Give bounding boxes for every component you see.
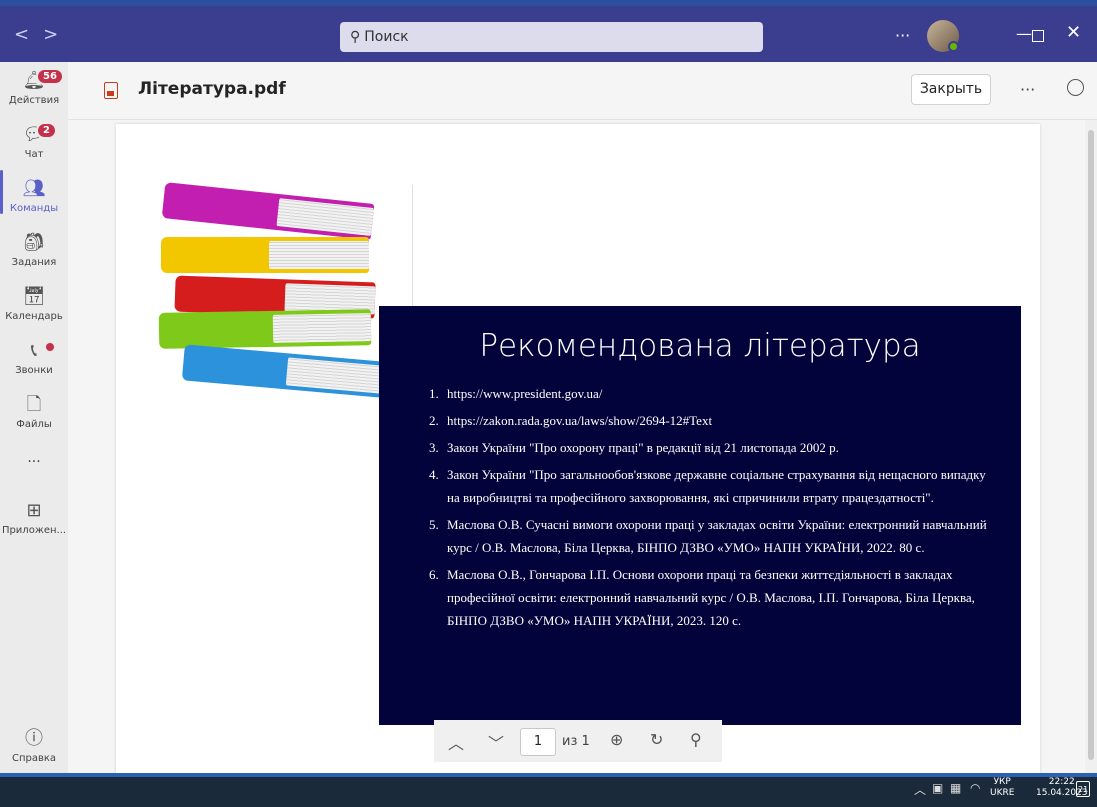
rail-label-files: Файлы [16,419,52,430]
rail-item-calendar[interactable]: 📅︎ Календарь [0,286,68,322]
apps-icon: ⊞ [26,500,42,521]
chevron-down-icon[interactable]: ﹀ [488,730,504,754]
forward-button[interactable]: > [43,24,72,45]
reference-text: Маслова О.В. Сучасні вимоги охорони прац… [447,517,987,555]
close-file-button[interactable]: Закрыть [911,74,991,105]
rail-label-teams: Команды [9,203,59,214]
rotate-icon[interactable]: ↻ [650,730,663,749]
reference-item: 5. Маслова О.В. Сучасні вимоги охорони пр… [429,513,999,559]
reference-item: 1. https://www.president.gov.ua/ [429,382,999,405]
reference-number: 6. [429,567,439,582]
rail-label-help: Справка [11,753,57,764]
rail-item-calls[interactable]: 📞︎ Звонки [0,340,68,376]
rail-label-calls: Звонки [15,365,53,376]
minimize-button[interactable]: — [1016,24,1032,43]
rail-item-help[interactable]: ⓘ Справка [0,728,68,764]
search-icon[interactable]: ⚲ [690,730,702,749]
search-input[interactable]: ⚲ Поиск [340,22,763,52]
book-yellow [161,237,369,273]
book-blue [181,344,385,398]
file-icon: 🗋︎ [26,394,42,415]
rail-label-more: ··· [27,454,41,470]
pdf-file-icon [104,82,118,99]
language-bottom: UKRE [990,788,1015,798]
book-magenta [161,182,375,240]
rail-label-calendar: Календарь [5,311,63,322]
reference-item: 2. https://zakon.rada.gov.ua/laws/show/26… [429,409,999,432]
reference-number: 5. [429,517,439,532]
teams-icon: 👥︎ [22,178,46,199]
reference-text: Закон України "Про загальнообов'язкове д… [447,467,986,505]
reference-number: 1. [429,386,439,401]
book-green [158,309,372,349]
reference-number: 3. [429,440,439,455]
tray-chevron-icon[interactable]: ︿ [914,781,926,798]
nav-arrows: <> [14,24,72,45]
pdf-toolbar: ︿ ﹀ 1 из 1 ⊕ ↻ ⚲ [434,720,722,762]
rail-label-assignments: Задания [11,257,57,268]
file-more-button[interactable]: ··· [1020,80,1035,99]
references-slide: Рекомендована література 1. https://www.p… [379,306,1021,725]
back-button[interactable]: < [14,24,43,45]
reference-number: 4. [429,467,439,482]
maximize-button[interactable] [1032,30,1044,42]
page-number-input[interactable]: 1 [520,728,556,756]
rail-label-activity: Действия [8,95,60,106]
activity-badge: 56 [36,68,64,85]
reference-text: https://www.president.gov.ua/ [447,386,603,401]
chat-icon: 💬︎ [22,124,46,145]
calls-notification-dot [46,343,54,351]
search-placeholder: Поиск [364,29,409,45]
conversation-icon[interactable] [1067,79,1084,96]
reference-item: 3. Закон України "Про охорону праці" в ре… [429,436,999,459]
scrollbar-thumb[interactable] [1088,130,1094,760]
calendar-icon: 📅︎ [22,286,46,307]
reference-text: https://zakon.rada.gov.ua/laws/show/2694… [447,413,713,428]
rail-item-apps[interactable]: ⊞ Приложен... [0,500,68,536]
more-options-button[interactable]: ··· [895,26,910,45]
rail-item-activity[interactable]: 🔔︎ 56 Действия [0,68,68,106]
tray-security-icon[interactable]: ▦ [950,781,961,795]
search-icon: ⚲ [350,29,361,45]
top-strip [0,0,1097,6]
rail-item-more[interactable]: ··· [0,454,68,470]
tray-app-icon[interactable]: ▣ [932,781,943,795]
close-window-button[interactable]: ✕ [1066,22,1081,43]
rail-item-teams[interactable]: 👥︎ Команды [0,178,68,214]
rail-item-assignments[interactable]: 🎒︎ Задания [0,232,68,268]
rail-label-chat: Чат [24,149,44,160]
wifi-icon[interactable]: ◠ [970,781,980,795]
reference-text: Закон України "Про охорону праці" в реда… [447,440,839,455]
books-illustration [155,182,413,430]
app-rail: 🔔︎ 56 Действия 💬︎ 2 Чат 👥︎ Команды 🎒︎ За… [0,62,68,773]
rail-item-chat[interactable]: 💬︎ 2 Чат [0,122,68,160]
reference-number: 2. [429,413,439,428]
page-count: из 1 [562,734,590,749]
phone-icon: 📞︎ [30,340,38,361]
notification-count: 21 [1078,785,1089,794]
reference-item: 6. Маслова О.В., Гончарова І.П. Основи ох… [429,563,999,632]
rail-label-apps: Приложен... [1,525,67,536]
presence-status-icon [948,41,959,52]
slide-title: Рекомендована література [479,328,921,364]
reference-item: 4. Закон України "Про загальнообов'язкове… [429,463,999,509]
help-icon: ⓘ [25,728,43,749]
taskbar: ︿ ▣ ▦ ◠ УКР UKRE 22:22 15.04.2023 21 [0,773,1097,807]
reference-text: Маслова О.В., Гончарова І.П. Основи охор… [447,567,975,628]
file-title: Література.pdf [138,79,286,99]
rail-item-files[interactable]: 🗋︎ Файлы [0,394,68,430]
references-list: 1. https://www.president.gov.ua/ 2. https:… [429,382,999,636]
backpack-icon: 🎒︎ [22,232,46,253]
chat-badge: 2 [36,122,57,139]
taskbar-accent [0,773,1097,777]
language-top: УКР [993,777,1011,787]
vertical-scrollbar[interactable] [1085,120,1097,773]
notifications-icon[interactable]: 21 [1076,781,1090,797]
chevron-up-icon[interactable]: ︿ [448,730,464,754]
zoom-in-icon[interactable]: ⊕ [610,730,623,749]
title-bar: <> ⚲ Поиск ··· — ✕ [0,0,1097,62]
file-header: Література.pdf Закрыть ··· [68,62,1097,120]
language-indicator[interactable]: УКР UKRE [990,777,1014,799]
